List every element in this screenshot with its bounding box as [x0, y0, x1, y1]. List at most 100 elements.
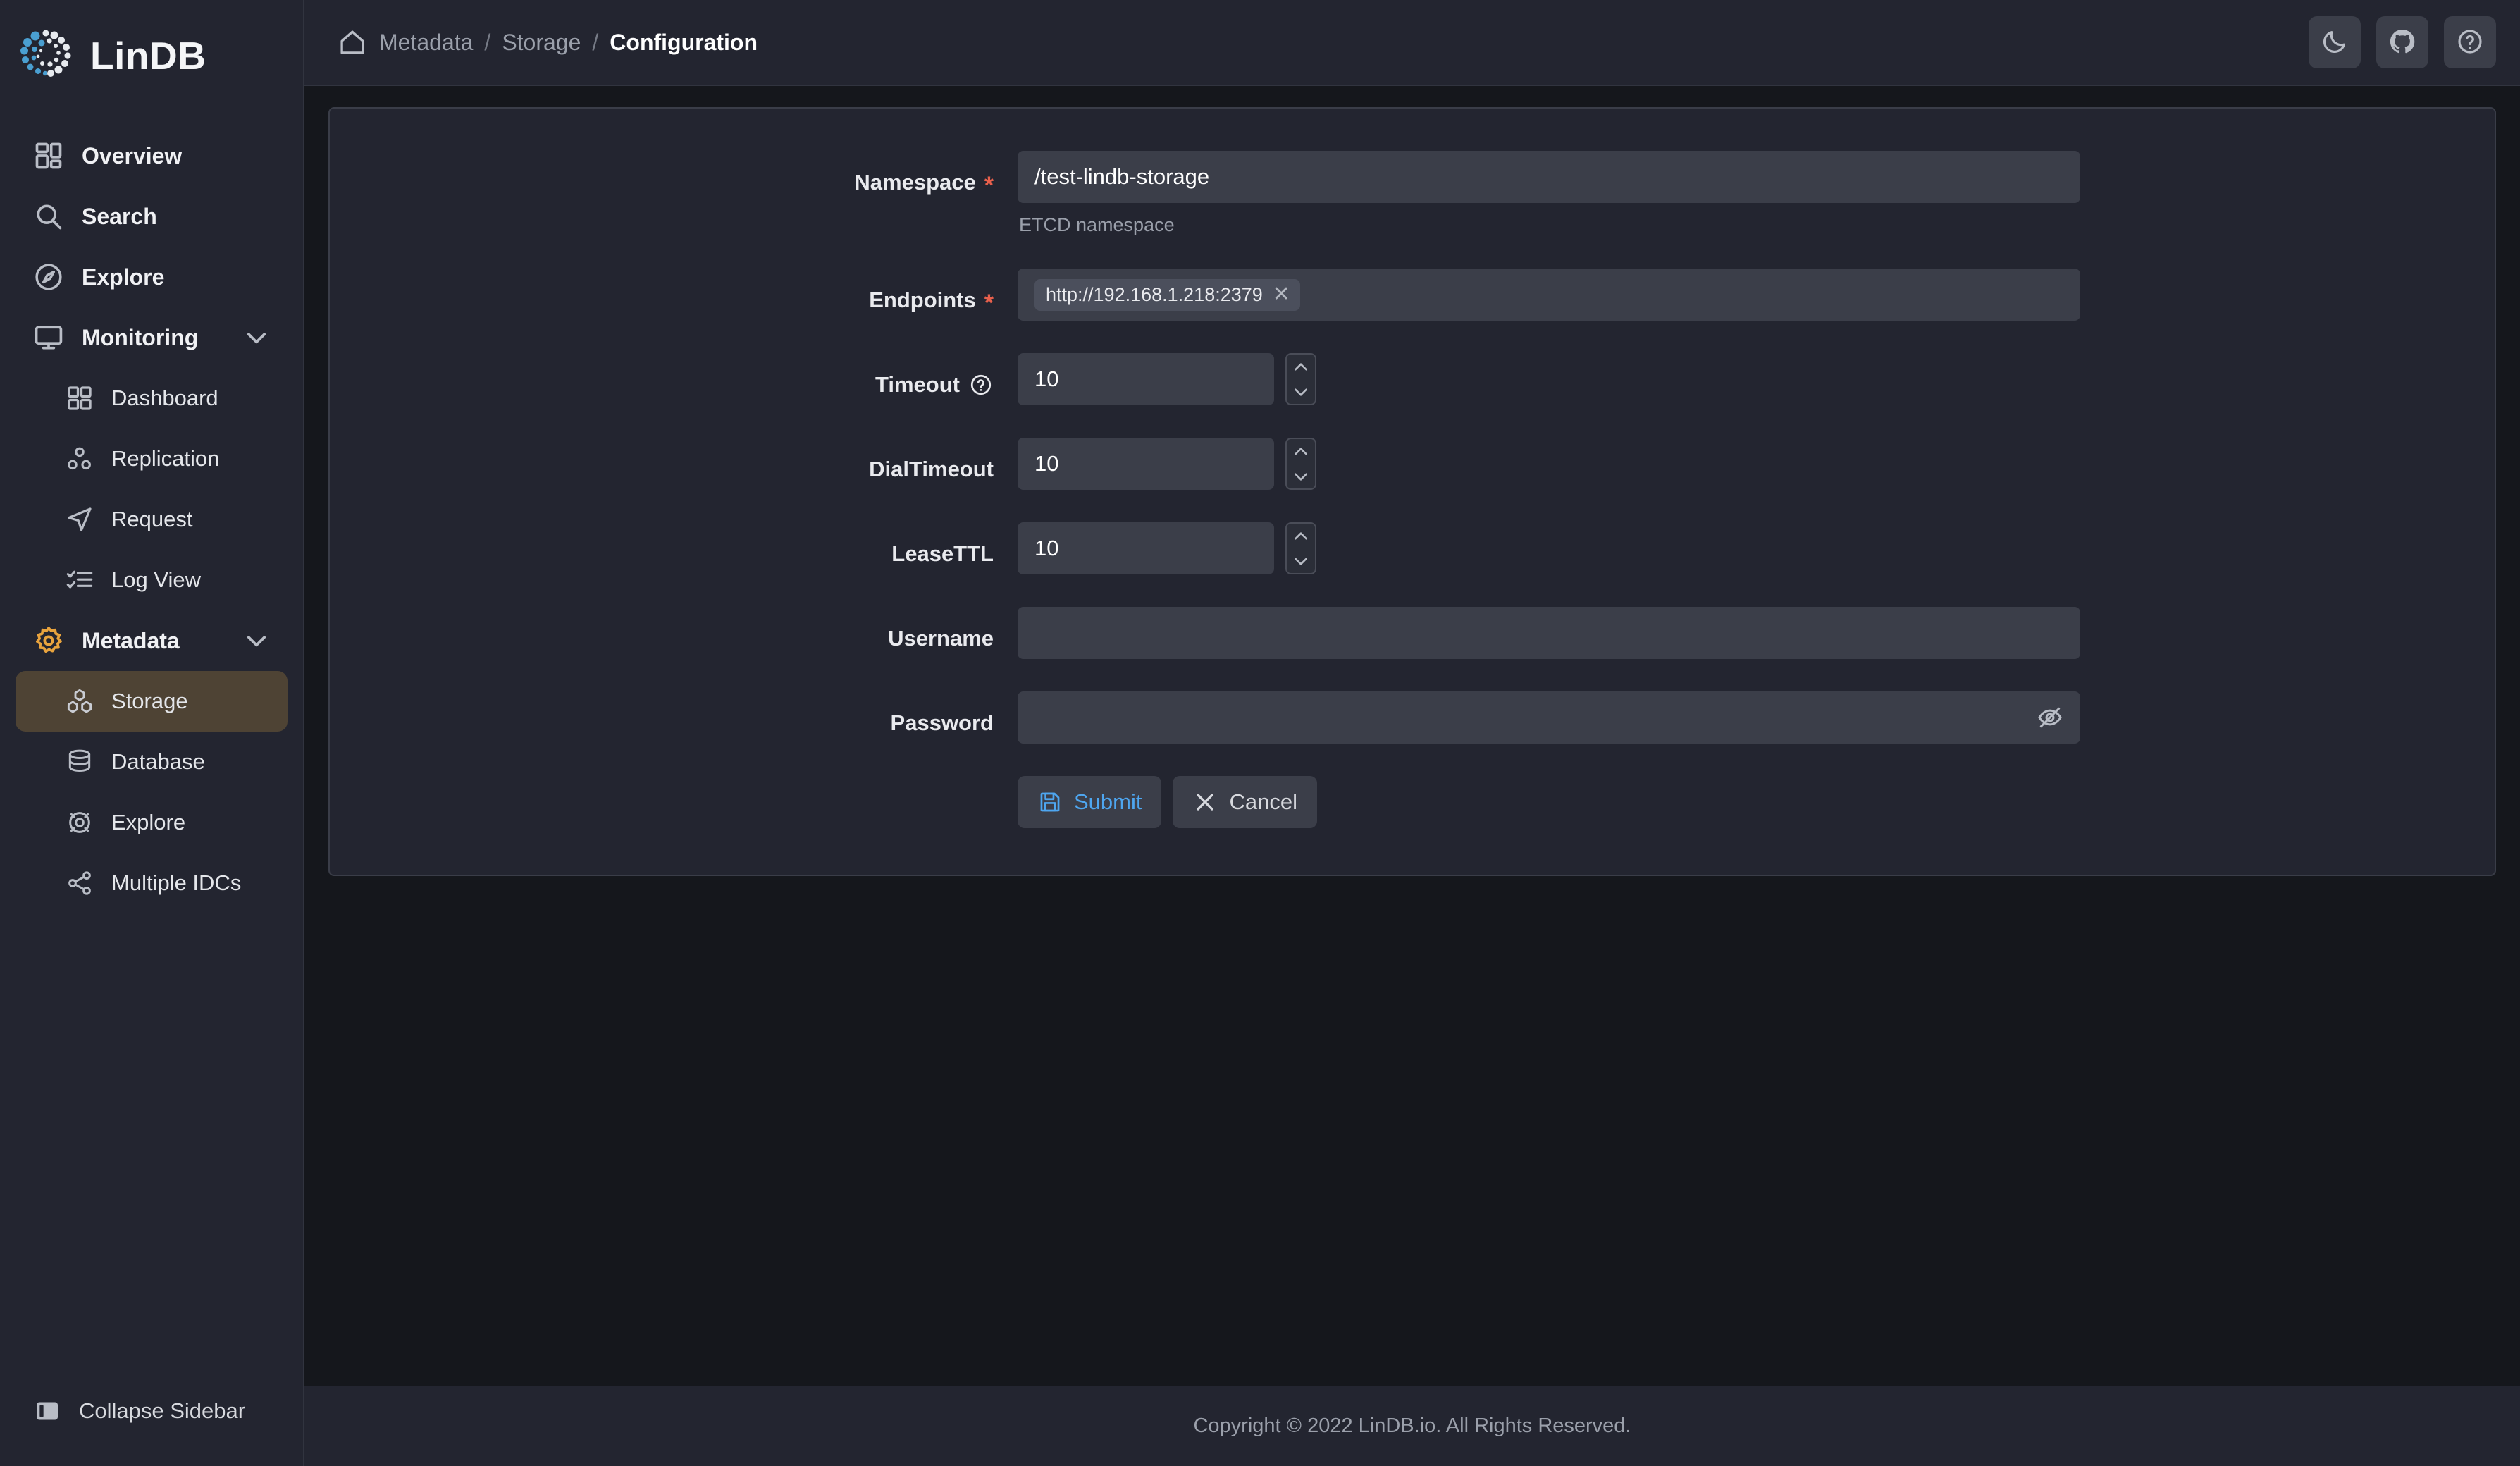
- endpoints-label: Endpoints: [869, 288, 976, 313]
- namespace-label-wrap: Namespace *: [330, 151, 1018, 203]
- endpoint-tag: http://192.168.1.218:2379 ✕: [1034, 279, 1300, 311]
- sidebar-item-request[interactable]: Request: [16, 489, 288, 550]
- endpoints-field-col: http://192.168.1.218:2379 ✕: [1018, 269, 2080, 321]
- breadcrumb-separator: /: [484, 30, 490, 56]
- grid-icon: [65, 383, 94, 413]
- username-label: Username: [888, 626, 994, 651]
- namespace-input[interactable]: /test-lindb-storage: [1018, 151, 2080, 203]
- sidebar-item-label: Log View: [111, 567, 201, 593]
- form-row-username: Username: [330, 607, 2495, 659]
- timeout-label: Timeout: [875, 372, 960, 398]
- chevron-up-icon[interactable]: [1290, 528, 1311, 545]
- sidebar-item-label: Dashboard: [111, 386, 218, 411]
- breadcrumb: Metadata / Storage / Configuration: [337, 27, 758, 58]
- form-row-dial-timeout: DialTimeout 10: [330, 438, 2495, 490]
- sidebar-item-log-view[interactable]: Log View: [16, 550, 288, 610]
- monitor-icon: [32, 321, 65, 354]
- sidebar-item-dashboard[interactable]: Dashboard: [16, 368, 288, 429]
- namespace-hint: ETCD namespace: [1018, 214, 2080, 236]
- brand[interactable]: LinDB: [0, 0, 303, 106]
- sidebar-item-database[interactable]: Database: [16, 732, 288, 792]
- lease-ttl-stepper[interactable]: [1285, 522, 1316, 574]
- form-row-namespace: Namespace * /test-lindb-storage ETCD nam…: [330, 151, 2495, 236]
- chevron-down-icon[interactable]: [242, 324, 271, 352]
- lease-ttl-label: LeaseTTL: [891, 541, 994, 567]
- username-label-wrap: Username: [330, 607, 1018, 659]
- sidebar-item-overview[interactable]: Overview: [16, 125, 288, 186]
- sidebar-item-storage[interactable]: Storage: [16, 671, 288, 732]
- username-input[interactable]: [1018, 607, 2080, 659]
- sidebar-item-search[interactable]: Search: [16, 186, 288, 247]
- sidebar-item-label: Replication: [111, 446, 219, 472]
- form-row-endpoints: Endpoints * http://192.168.1.218:2379 ✕: [330, 269, 2495, 321]
- namespace-field-col: /test-lindb-storage ETCD namespace: [1018, 151, 2080, 236]
- layout-dashboard-icon: [32, 140, 65, 172]
- collapse-sidebar-button[interactable]: Collapse Sidebar: [0, 1376, 303, 1446]
- home-icon[interactable]: [337, 27, 368, 58]
- breadcrumb-separator: /: [592, 30, 598, 56]
- chevron-down-icon[interactable]: [1290, 468, 1311, 485]
- database-icon: [65, 747, 94, 777]
- copyright-text: Copyright © 2022 LinDB.io. All Rights Re…: [1193, 1415, 1631, 1438]
- sidebar-item-multiple-idcs[interactable]: Multiple IDCs: [16, 853, 288, 913]
- topbar-actions: [2309, 16, 2496, 68]
- help-button[interactable]: [2444, 16, 2496, 68]
- sidebar-item-explore[interactable]: Explore: [16, 247, 288, 307]
- dial-timeout-stepper[interactable]: [1285, 438, 1316, 490]
- sidebar-group-monitoring[interactable]: Monitoring: [16, 307, 288, 368]
- lease-ttl-input[interactable]: 10: [1018, 522, 1274, 574]
- timeout-input[interactable]: 10: [1018, 353, 1274, 405]
- collapse-sidebar-label: Collapse Sidebar: [79, 1398, 245, 1424]
- checklist-icon: [65, 565, 94, 595]
- password-field-col: [1018, 691, 2080, 744]
- lease-ttl-field-col: 10: [1018, 522, 1316, 574]
- eye-off-icon[interactable]: [2037, 704, 2063, 731]
- password-input[interactable]: [1018, 691, 2080, 744]
- content-area: Namespace * /test-lindb-storage ETCD nam…: [304, 86, 2520, 1386]
- chevron-down-icon[interactable]: [1290, 383, 1311, 400]
- namespace-label: Namespace: [854, 170, 975, 195]
- compass-icon: [32, 261, 65, 293]
- cancel-button-label: Cancel: [1229, 789, 1297, 815]
- form-row-timeout: Timeout 10: [330, 353, 2495, 405]
- chevron-down-icon[interactable]: [242, 627, 271, 655]
- timeout-stepper[interactable]: [1285, 353, 1316, 405]
- github-link-button[interactable]: [2376, 16, 2428, 68]
- sidebar-item-label: Storage: [111, 689, 188, 714]
- breadcrumb-item-metadata[interactable]: Metadata: [379, 30, 473, 56]
- brand-name: LinDB: [90, 33, 206, 78]
- dial-timeout-input[interactable]: 10: [1018, 438, 1274, 490]
- lease-ttl-label-wrap: LeaseTTL: [330, 522, 1018, 574]
- sidebar-item-replication[interactable]: Replication: [16, 429, 288, 489]
- timeout-label-wrap: Timeout: [330, 353, 1018, 405]
- required-marker: *: [984, 173, 994, 197]
- close-icon[interactable]: ✕: [1273, 284, 1290, 305]
- sidebar-group-metadata[interactable]: Metadata: [16, 610, 288, 671]
- sidebar-group-label: Metadata: [82, 628, 180, 654]
- dark-mode-toggle-button[interactable]: [2309, 16, 2361, 68]
- chevron-up-icon[interactable]: [1290, 359, 1311, 376]
- close-icon: [1192, 789, 1218, 815]
- main-area: Metadata / Storage / Configuration: [304, 0, 2520, 1466]
- sidebar-item-label: Overview: [82, 143, 182, 169]
- breadcrumb-item-storage[interactable]: Storage: [502, 30, 581, 56]
- sidebar-item-metadata-explore[interactable]: Explore: [16, 792, 288, 853]
- hexagon-nodes-icon: [65, 686, 94, 716]
- cancel-button[interactable]: Cancel: [1173, 776, 1317, 828]
- chevron-down-icon[interactable]: [1290, 553, 1311, 569]
- breadcrumb-item-configuration: Configuration: [610, 30, 758, 56]
- endpoints-input[interactable]: http://192.168.1.218:2379 ✕: [1018, 269, 2080, 321]
- panel-collapse-icon: [32, 1396, 62, 1426]
- sidebar-nav: Overview Search Explore: [0, 106, 303, 1376]
- moon-icon: [2321, 27, 2349, 58]
- save-icon: [1037, 789, 1063, 815]
- question-circle-icon[interactable]: [968, 372, 994, 398]
- form-actions: Submit Cancel: [1018, 776, 1317, 828]
- chevron-up-icon[interactable]: [1290, 443, 1311, 460]
- sidebar: LinDB Overview Se: [0, 0, 304, 1466]
- sidebar-item-label: Multiple IDCs: [111, 870, 241, 896]
- sidebar-item-label: Search: [82, 204, 157, 230]
- submit-button[interactable]: Submit: [1018, 776, 1161, 828]
- app-root: LinDB Overview Se: [0, 0, 2520, 1466]
- dial-timeout-field-col: 10: [1018, 438, 1316, 490]
